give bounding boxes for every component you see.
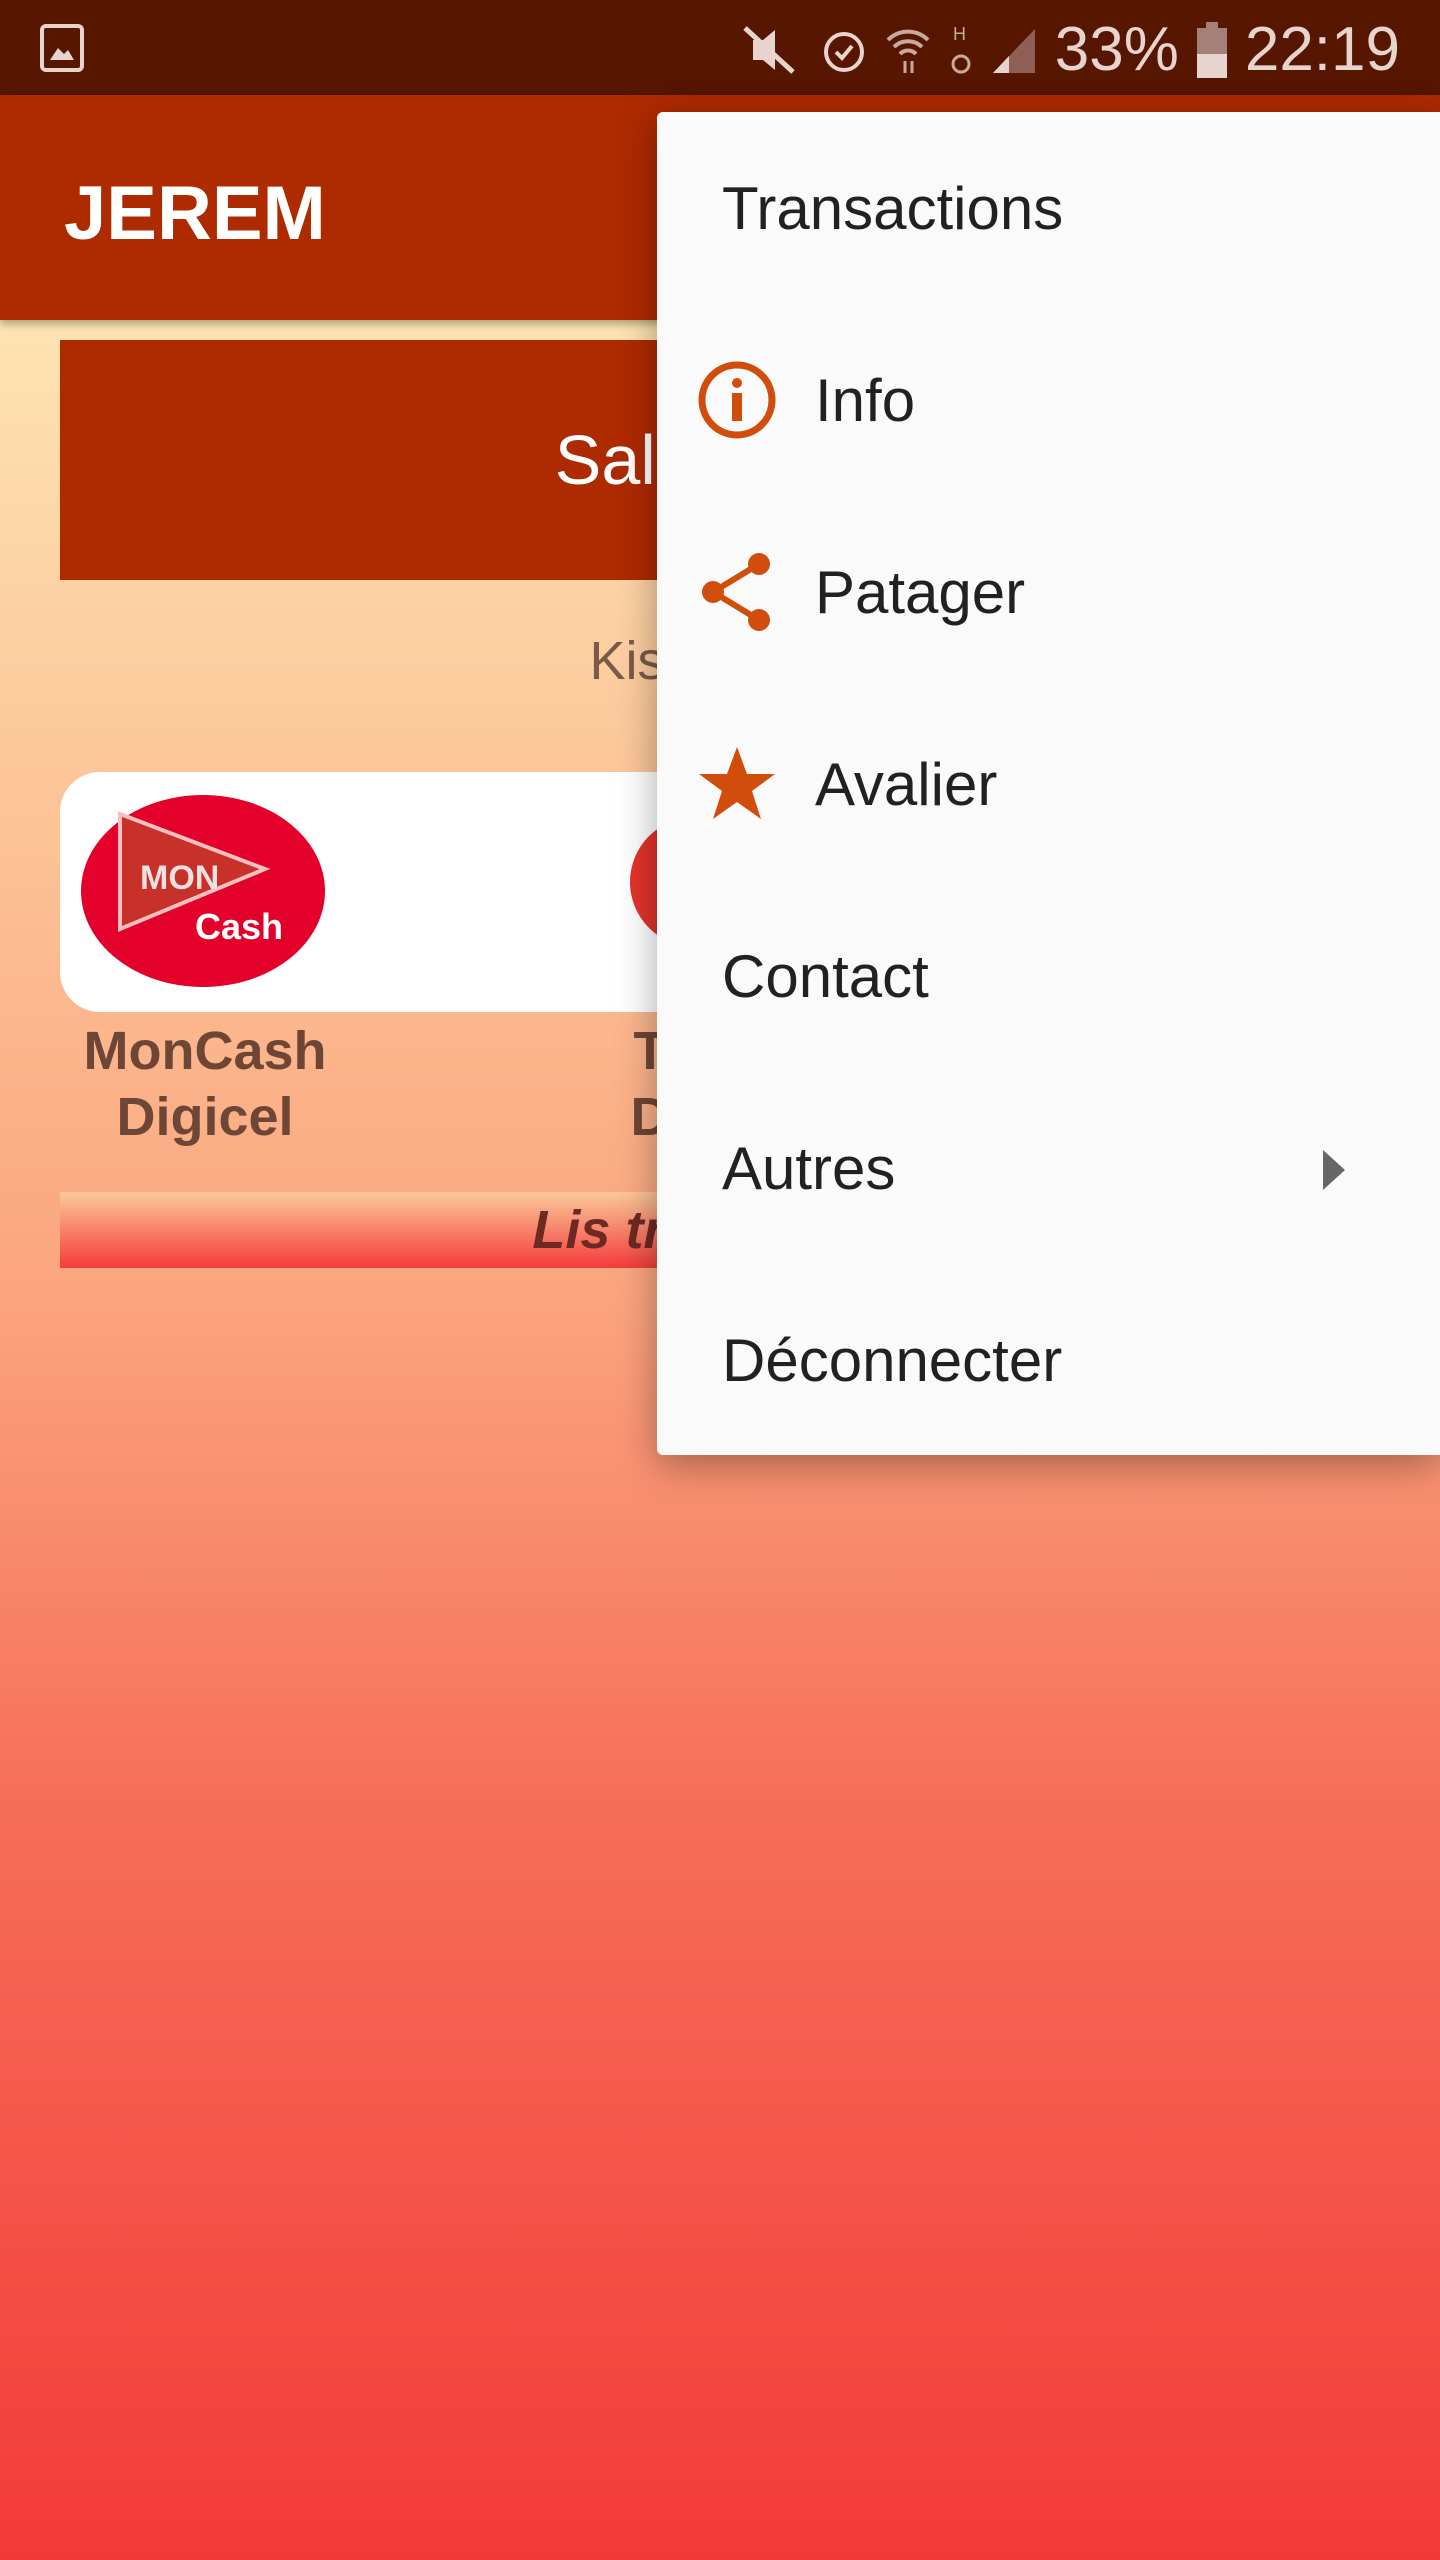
menu-item-logout[interactable]: Déconnecter: [657, 1264, 1440, 1456]
menu-label: Transactions: [722, 174, 1064, 242]
menu-item-transactions[interactable]: Transactions: [657, 112, 1440, 304]
submenu-arrow-icon: [1323, 1150, 1345, 1190]
hspa-icon: H: [951, 24, 971, 73]
menu-item-info[interactable]: Info: [657, 304, 1440, 496]
menu-label: Déconnecter: [722, 1326, 1063, 1394]
svg-text:MON: MON: [140, 859, 219, 897]
menu-label: Patager: [815, 558, 1026, 626]
clock: 22:19: [1244, 15, 1400, 84]
menu-label: Autres: [722, 1134, 896, 1202]
menu-item-others[interactable]: Autres: [657, 1072, 1440, 1264]
alarm-icon: [823, 31, 864, 72]
service-line: Digicel: [116, 1087, 294, 1147]
moncash-logo[interactable]: MON Cash: [80, 794, 326, 988]
mute-icon: [743, 25, 795, 74]
menu-item-contact[interactable]: Contact: [657, 880, 1440, 1072]
svg-text:Cash: Cash: [195, 906, 283, 947]
gallery-icon: [40, 24, 84, 72]
menu-item-rate[interactable]: Avalier: [657, 688, 1440, 880]
battery-icon: [1196, 21, 1227, 78]
battery-percent: 33%: [1054, 15, 1179, 84]
menu-item-share[interactable]: Patager: [657, 496, 1440, 688]
svg-text:H: H: [953, 24, 966, 44]
info-icon: [698, 361, 776, 439]
service-label-moncash[interactable]: MonCash Digicel: [60, 1018, 350, 1150]
menu-label: Contact: [722, 942, 929, 1010]
wifi-icon: [886, 29, 930, 73]
menu-label: Avalier: [815, 750, 998, 818]
share-icon: [702, 553, 770, 631]
menu-label: Info: [815, 366, 916, 434]
app-title: JEREM: [64, 171, 326, 256]
overflow-menu: Transactions Info Patager Avalier Contac…: [657, 112, 1440, 1455]
signal-icon: [992, 28, 1035, 73]
service-line: MonCash: [83, 1021, 327, 1081]
star-icon: [699, 747, 775, 819]
status-bar: H 33% 22:19: [0, 0, 1440, 95]
